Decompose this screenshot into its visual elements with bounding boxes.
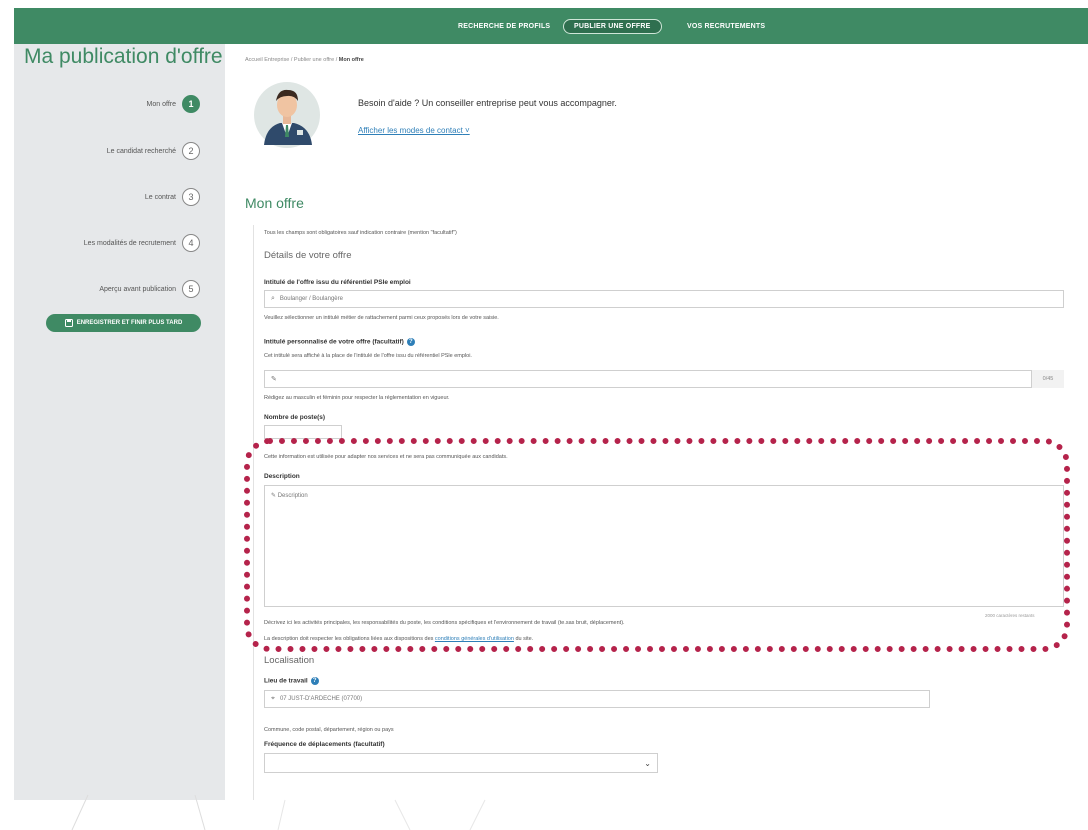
postes-input[interactable]: [264, 425, 342, 439]
step-label: Mon offre: [146, 100, 176, 108]
postes-label: Nombre de poste(s): [264, 414, 326, 421]
info-icon[interactable]: ?: [310, 677, 319, 685]
nav-item-publier-offre[interactable]: PUBLIER UNE OFFRE: [563, 8, 662, 44]
help-text: Besoin d'aide ? Un conseiller entreprise…: [358, 98, 617, 108]
nav-label: VOS RECRUTEMENTS: [687, 22, 766, 30]
localisation-heading: Localisation: [264, 655, 315, 666]
step-label: Le contrat: [144, 193, 176, 201]
advisor-avatar: [254, 82, 320, 148]
sidebar-step-contrat[interactable]: Le contrat 3: [145, 188, 200, 206]
step-number: 1: [182, 95, 200, 113]
sidebar-step-modalites[interactable]: Les modalités de recrutement 4: [84, 234, 200, 252]
step-number: 4: [182, 234, 200, 252]
page-title: Ma publication d'offre: [24, 45, 223, 68]
step-number: 5: [182, 280, 200, 298]
lieu-input[interactable]: ⌖ 07 JUST-D'ARDECHE (07700): [264, 690, 930, 708]
decorative-lines: [71, 794, 486, 830]
nav-label: PUBLIER UNE OFFRE: [563, 18, 662, 34]
perso-help: Cet intitulé sera affiché à la place de …: [264, 353, 472, 359]
save-later-button[interactable]: ENREGISTRER ET FINIR PLUS TARD: [46, 314, 201, 332]
section-title: Mon offre: [245, 195, 304, 211]
step-number: 3: [182, 188, 200, 206]
required-note: Tous les champs sont obligatoires sauf i…: [264, 230, 457, 236]
chevron-down-icon: ˅: [465, 126, 470, 135]
contact-modes-link[interactable]: Afficher les modes de contact ˅: [358, 126, 470, 135]
sidebar-step-mon-offre[interactable]: Mon offre 1: [147, 95, 200, 113]
sidebar-step-candidat[interactable]: Le candidat recherché 2: [107, 142, 200, 160]
chevron-down-icon: ⌄: [644, 758, 651, 768]
frequence-select[interactable]: ⌄: [264, 753, 658, 773]
frequence-label: Fréquence de déplacements (facultatif): [264, 741, 385, 748]
sidebar-step-apercu[interactable]: Aperçu avant publication 5: [99, 280, 200, 298]
step-label: Aperçu avant publication: [99, 285, 176, 293]
location-pin-icon: ⌖: [271, 695, 275, 702]
info-icon[interactable]: ?: [406, 338, 415, 346]
nav-label: RECHERCHE DE PROFILS: [458, 22, 551, 30]
nav-item-vos-recrutements[interactable]: VOS RECRUTEMENTS: [677, 8, 775, 44]
lieu-label: Lieu de travail?: [264, 677, 319, 685]
intitule-label: Intitulé de l'offre issu du référentiel …: [264, 279, 411, 286]
perso-label-text: Intitulé personnalisé de votre offre (fa…: [264, 338, 404, 346]
edit-icon: ✎: [271, 376, 277, 383]
lieu-help: Commune, code postal, département, régio…: [264, 727, 394, 733]
nav-item-recherche-profils[interactable]: RECHERCHE DE PROFILS: [448, 8, 560, 44]
lieu-label-text: Lieu de travail: [264, 677, 308, 685]
highlight-annotation: [244, 438, 1070, 652]
step-number: 2: [182, 142, 200, 160]
contact-modes-label: Afficher les modes de contact: [358, 126, 463, 135]
sidebar: Mon offre 1 Le candidat recherché 2 Le c…: [14, 44, 225, 800]
details-heading: Détails de votre offre: [264, 250, 352, 261]
intitule-value: Boulanger / Boulangère: [279, 296, 343, 302]
intitule-input[interactable]: ⌕ Boulanger / Boulangère: [264, 290, 1064, 308]
perso-input[interactable]: ✎: [264, 370, 1064, 388]
breadcrumb: Accueil Entreprise / Publier une offre /…: [245, 57, 364, 63]
step-label: Les modalités de recrutement: [83, 239, 176, 247]
save-icon: [64, 319, 73, 327]
perso-label: Intitulé personnalisé de votre offre (fa…: [264, 338, 415, 346]
perso-counter: 0/45: [1031, 370, 1064, 388]
save-later-label: ENREGISTRER ET FINIR PLUS TARD: [76, 320, 183, 326]
breadcrumb-path[interactable]: Accueil Entreprise / Publier une offre /: [245, 57, 339, 63]
breadcrumb-current: Mon offre: [338, 57, 364, 63]
perso-note: Rédigez au masculin et féminin pour resp…: [264, 395, 450, 401]
intitule-help: Veuillez sélectionner un intitulé métier…: [264, 315, 499, 321]
step-label: Le candidat recherché: [106, 147, 176, 155]
search-icon: ⌕: [271, 295, 275, 302]
lieu-value: 07 JUST-D'ARDECHE (07700): [279, 696, 363, 702]
